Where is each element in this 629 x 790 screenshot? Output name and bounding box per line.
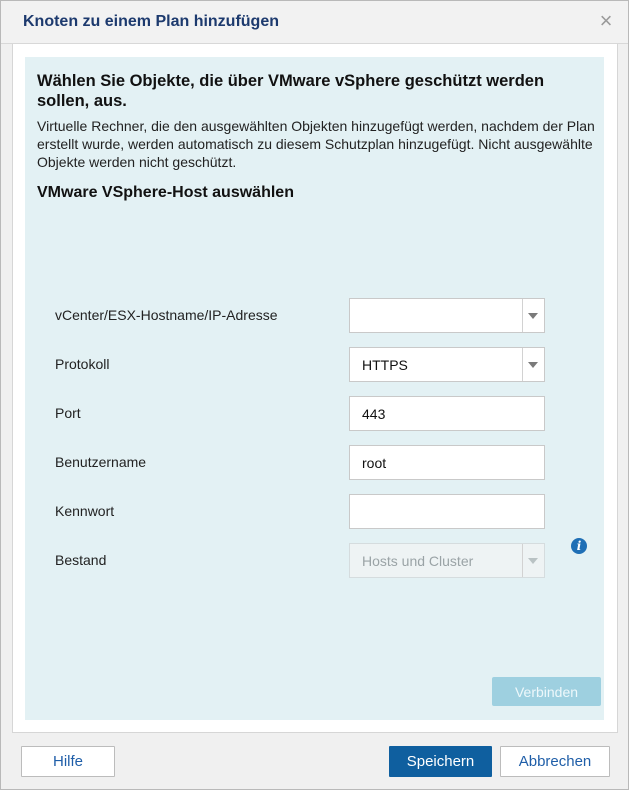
info-icon[interactable]: i — [571, 538, 587, 554]
cancel-button[interactable]: Abbrechen — [500, 746, 610, 777]
protocol-select-value: HTTPS — [362, 357, 408, 373]
panel-subheading: VMware VSphere-Host auswählen — [37, 184, 294, 201]
port-label: Port — [55, 405, 81, 421]
protocol-select[interactable]: HTTPS — [349, 347, 545, 382]
panel-heading: Wählen Sie Objekte, die über VMware vSph… — [37, 72, 545, 110]
panel-description: Virtuelle Rechner, die den ausgewählten … — [37, 118, 595, 170]
vsphere-panel: Wählen Sie Objekte, die über VMware vSph… — [25, 57, 604, 720]
chevron-down-icon[interactable] — [522, 299, 544, 332]
host-select[interactable] — [349, 298, 545, 333]
password-label: Kennwort — [55, 503, 115, 519]
username-label: Benutzername — [55, 454, 147, 470]
inventory-select-value: Hosts und Cluster — [362, 553, 474, 569]
password-input[interactable] — [349, 494, 545, 529]
host-label: vCenter/ESX-Hostname/IP-Adresse — [55, 307, 278, 323]
save-button[interactable]: Speichern — [389, 746, 492, 777]
protocol-label: Protokoll — [55, 356, 110, 372]
close-icon[interactable]: × — [596, 9, 616, 33]
port-input[interactable]: 443 — [349, 396, 545, 431]
help-button[interactable]: Hilfe — [21, 746, 115, 777]
inventory-select: Hosts und Cluster — [349, 543, 545, 578]
dialog-titlebar: Knoten zu einem Plan hinzufügen × — [1, 1, 628, 44]
port-input-value: 443 — [362, 406, 386, 422]
username-input[interactable]: root — [349, 445, 545, 480]
username-input-value: root — [362, 455, 387, 471]
chevron-down-icon — [522, 544, 544, 577]
connect-button[interactable]: Verbinden — [492, 677, 601, 706]
dialog-title: Knoten zu einem Plan hinzufügen — [23, 13, 279, 30]
chevron-down-icon[interactable] — [522, 348, 544, 381]
add-nodes-dialog: Knoten zu einem Plan hinzufügen × Wählen… — [0, 0, 629, 790]
inventory-label: Bestand — [55, 552, 107, 568]
dialog-body: Wählen Sie Objekte, die über VMware vSph… — [12, 44, 618, 733]
